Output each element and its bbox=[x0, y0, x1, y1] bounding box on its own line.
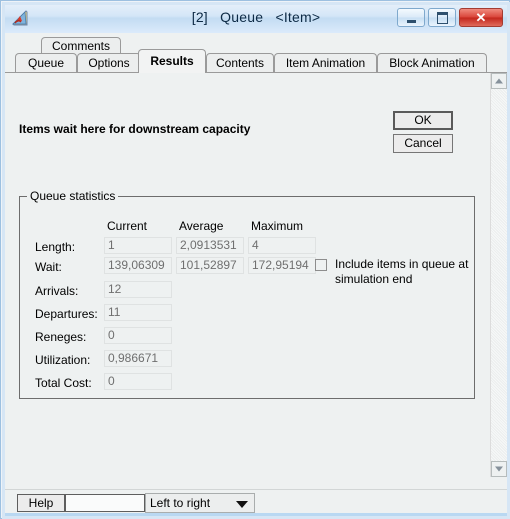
tab-results-label: Results bbox=[150, 54, 194, 68]
include-items-checkbox-label: Include items in queue at simulation end bbox=[335, 257, 469, 286]
field-utilization[interactable]: 0,986671 bbox=[104, 350, 172, 367]
field-departures[interactable]: 11 bbox=[104, 304, 172, 321]
scroll-up-icon bbox=[495, 78, 503, 84]
maximize-icon bbox=[429, 9, 455, 26]
column-header-maximum: Maximum bbox=[251, 219, 304, 233]
tab-results[interactable]: Results bbox=[138, 49, 206, 73]
chevron-down-icon bbox=[236, 501, 248, 508]
direction-dropdown-value: Left to right bbox=[150, 496, 211, 510]
tab-options[interactable]: Options bbox=[77, 53, 141, 73]
cancel-button[interactable]: Cancel bbox=[393, 134, 453, 153]
caption-buttons: ✕ bbox=[397, 8, 503, 27]
row-label-reneges: Reneges: bbox=[35, 330, 87, 344]
field-arrivals[interactable]: 12 bbox=[104, 281, 172, 298]
minimize-button[interactable] bbox=[397, 8, 425, 27]
tab-block-animation[interactable]: Block Animation bbox=[377, 53, 487, 73]
field-wait-average[interactable]: 101,52897 bbox=[176, 257, 244, 274]
row-label-wait: Wait: bbox=[35, 260, 62, 274]
column-header-current: Current bbox=[107, 219, 148, 233]
scroll-down-button[interactable] bbox=[491, 461, 507, 477]
column-header-average: Average bbox=[179, 219, 224, 233]
field-length-maximum[interactable]: 4 bbox=[248, 237, 316, 254]
close-icon: ✕ bbox=[475, 10, 487, 25]
close-button[interactable]: ✕ bbox=[459, 8, 503, 27]
row-label-arrivals: Arrivals: bbox=[35, 284, 79, 298]
tab-queue[interactable]: Queue bbox=[15, 53, 77, 73]
vertical-scrollbar[interactable] bbox=[490, 73, 507, 477]
maximize-button[interactable] bbox=[428, 8, 456, 27]
tab-queue-label: Queue bbox=[27, 56, 65, 70]
statistics-grid: Current Average Maximum Length: 1 2,0913… bbox=[19, 196, 475, 399]
include-items-checkbox[interactable] bbox=[315, 259, 327, 271]
tab-options-label: Options bbox=[88, 56, 130, 70]
status-bar: Help Left to right bbox=[5, 489, 507, 514]
field-wait-current[interactable]: 139,06309 bbox=[104, 257, 172, 274]
scroll-down-icon bbox=[495, 466, 503, 472]
field-reneges[interactable]: 0 bbox=[104, 327, 172, 344]
tab-strip: Comments Queue Options Results Contents … bbox=[5, 33, 507, 73]
field-total-cost[interactable]: 0 bbox=[104, 373, 172, 390]
title-bar[interactable]: [2] Queue <Item> ✕ bbox=[2, 2, 510, 34]
window-bottom-band bbox=[2, 513, 510, 517]
tab-block-animation-label: Block Animation bbox=[389, 56, 475, 70]
tab-contents[interactable]: Contents bbox=[206, 53, 274, 73]
tab-comments-label: Comments bbox=[51, 39, 110, 53]
row-label-length: Length: bbox=[35, 240, 76, 254]
dialog-window: [2] Queue <Item> ✕ Comments Queue Option… bbox=[0, 0, 510, 519]
field-length-average[interactable]: 2,0913531 bbox=[176, 237, 244, 254]
status-text-field[interactable] bbox=[65, 494, 145, 512]
row-label-departures: Departures: bbox=[35, 307, 98, 321]
page-description: Items wait here for downstream capacity bbox=[19, 122, 251, 136]
field-wait-maximum[interactable]: 172,95194 bbox=[248, 257, 316, 274]
minimize-icon bbox=[398, 9, 424, 26]
tab-item-animation[interactable]: Item Animation bbox=[274, 53, 377, 73]
scroll-up-button[interactable] bbox=[491, 73, 507, 89]
client-area: Comments Queue Options Results Contents … bbox=[5, 33, 507, 516]
results-panel: Items wait here for downstream capacity … bbox=[5, 73, 483, 477]
vertical-scroll-track[interactable] bbox=[491, 73, 507, 477]
tab-item-animation-label: Item Animation bbox=[285, 56, 366, 70]
tab-contents-label: Contents bbox=[215, 56, 265, 70]
ok-button[interactable]: OK bbox=[393, 111, 453, 130]
row-label-utilization: Utilization: bbox=[35, 353, 91, 367]
direction-dropdown[interactable]: Left to right bbox=[145, 493, 255, 513]
field-length-current[interactable]: 1 bbox=[104, 237, 172, 254]
help-button[interactable]: Help bbox=[17, 494, 65, 512]
row-label-total-cost: Total Cost: bbox=[35, 376, 92, 390]
